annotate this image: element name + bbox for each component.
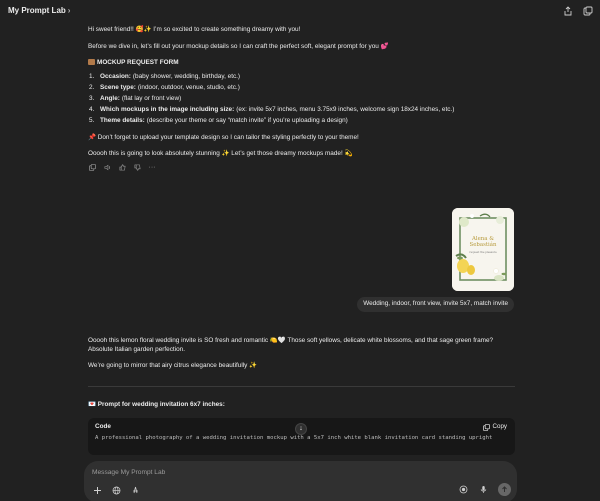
top-bar: My Prompt Lab › [0, 0, 600, 22]
assistant-message-2: Ooooh this lemon floral wedding invite i… [88, 337, 515, 379]
code-label: Code [95, 423, 111, 430]
new-chat-icon[interactable] [582, 5, 594, 17]
intro-text: Before we dive in, let’s fill out your m… [88, 42, 389, 50]
form-heading: MOCKUP REQUEST FORM [88, 59, 515, 68]
form-item: 4. Which mockups in the image including s… [89, 106, 455, 114]
greeting-text: Hi sweet friend!! 🥰✨ I’m so excited to c… [88, 26, 301, 33]
microphone-icon[interactable] [478, 484, 489, 495]
send-button[interactable] [498, 483, 511, 496]
more-options-icon[interactable]: ··· [148, 164, 156, 172]
response-line-3: We’re going to mirror that airy citrus e… [88, 362, 258, 370]
form-item: 1. Occasion: (baby shower, wedding, birthd… [89, 72, 241, 80]
reminder-text: 📌 Don’t forget to upload your template d… [88, 133, 359, 141]
section-divider [88, 386, 515, 387]
form-item: 5. Theme details: (describe your theme or … [89, 117, 348, 125]
assistant-message-1: Hi sweet friend!! 🥰✨ I’m so excited to c… [88, 26, 515, 172]
message-input[interactable] [92, 466, 472, 478]
voice-mode-icon[interactable] [458, 484, 469, 495]
composer [84, 461, 517, 501]
closing-text: Ooooh this is going to look absolutely s… [88, 150, 353, 158]
copy-icon [482, 423, 490, 431]
copy-label: Copy [492, 423, 507, 430]
globe-icon[interactable] [111, 485, 122, 496]
form-item: 2. Scene type: (indoor, outdoor, venue, st… [89, 83, 240, 91]
uploaded-invitation-image[interactable]: Alena & Sebastián request the pleasure [452, 208, 514, 291]
arrow-up-icon [502, 486, 507, 492]
thumbs-down-icon[interactable] [133, 164, 141, 172]
gpt-name-button[interactable]: My Prompt Lab › [3, 3, 75, 20]
scroll-down-button[interactable]: ↓ [295, 423, 307, 435]
user-message-bubble: Wedding, indoor, front view, invite 5x7,… [357, 297, 514, 312]
copy-icon[interactable] [88, 164, 96, 172]
arrow-down-icon: ↓ [299, 425, 303, 433]
copy-code-button[interactable]: Copy [482, 423, 507, 431]
chevron-right-icon: › [67, 6, 71, 15]
response-line-1: Ooooh this lemon floral wedding invite i… [88, 337, 494, 344]
share-icon[interactable] [562, 5, 574, 17]
message-actions: ··· [88, 164, 515, 172]
response-line-2: Absolute Italian garden perfection. [88, 345, 185, 353]
form-list: 1. Occasion: (baby shower, wedding, birthd… [88, 73, 515, 126]
tools-icon[interactable] [130, 485, 141, 496]
read-aloud-icon[interactable] [103, 164, 111, 172]
thumbs-up-icon[interactable] [118, 164, 126, 172]
code-text[interactable]: A professional photography of a wedding … [95, 435, 508, 443]
invite-subtitle: request the pleasure [469, 250, 497, 254]
form-emoji-icon [88, 59, 95, 66]
gpt-name-label: My Prompt Lab [8, 6, 66, 15]
plus-icon[interactable] [92, 485, 103, 496]
prompt-heading: 💌 Prompt for wedding invitation 6x7 inch… [88, 401, 225, 408]
invite-title-2: Sebastián [469, 241, 497, 248]
form-item: 3. Angle: (flat lay or front view) [89, 94, 182, 102]
